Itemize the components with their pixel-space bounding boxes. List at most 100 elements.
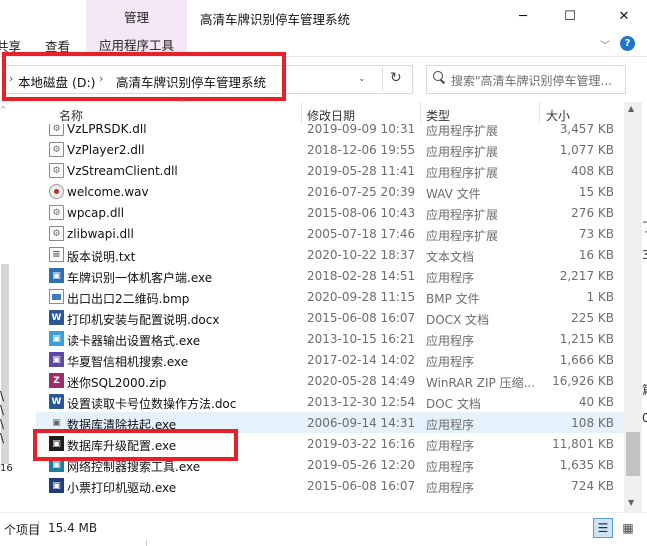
file-type: 应用程序扩展 [426, 145, 499, 159]
search-icon [433, 71, 446, 84]
title-bar: 管理 高清车牌识别停车管理系统 ─ ☐ ✕ [0, 0, 647, 33]
file-type: 应用程序扩展 [426, 229, 499, 243]
file-name: 打印机安装与配置说明.docx [67, 313, 220, 327]
file-name: zlibwapi.dll [67, 227, 134, 241]
file-date: 2020-05-28 14:49 [307, 374, 416, 388]
selected-size: 15.4 MB [48, 521, 98, 535]
file-type: 应用程序扩展 [426, 166, 499, 180]
file-type: 应用程序 [426, 460, 475, 474]
table-row[interactable]: W 设置读取卡号位数操作方法.doc 2013-12-30 12:54 DOC … [36, 391, 624, 412]
file-name: VzStreamClient.dll [67, 164, 178, 178]
maximize-button[interactable]: ☐ [547, 0, 593, 33]
file-size: 16,926 KB [552, 374, 614, 388]
file-date: 2018-02-28 14:51 [307, 269, 416, 283]
file-type: DOCX 文档 [426, 313, 490, 327]
column-type[interactable]: 类型 [426, 107, 450, 124]
scroll-down-icon[interactable]: ▼ [628, 498, 634, 507]
scrollbar-thumb[interactable] [626, 432, 640, 476]
status-bar: 个项目 15.4 MB ☰ ▦ [0, 512, 647, 546]
audio-icon [49, 184, 64, 199]
table-row[interactable]: VzStreamClient.dll 2019-05-28 11:41 应用程序… [36, 160, 624, 181]
address-divider [382, 68, 383, 91]
table-row[interactable]: 出口出口2二维码.bmp 2020-09-28 11:15 BMP 文件 1 K… [36, 286, 624, 307]
file-type: WinRAR ZIP 压缩... [426, 376, 536, 390]
table-row[interactable]: zlibwapi.dll 2005-07-18 17:46 应用程序扩展 73 … [36, 223, 624, 244]
minimize-button[interactable]: ─ [500, 0, 546, 33]
file-size: 1 KB [586, 290, 614, 304]
file-date: 2020-10-22 18:37 [307, 248, 416, 262]
app-icon: ▣ [52, 417, 61, 428]
file-date: 2015-06-08 16:07 [307, 311, 416, 325]
search-placeholder: 搜索"高清车牌识别停车管理... [451, 74, 612, 88]
nav-text-fragment: \ [0, 403, 5, 417]
refresh-icon[interactable]: ↻ [390, 70, 402, 86]
bottom-divider [146, 540, 147, 546]
nav-scroll-up-icon[interactable]: ^ [0, 105, 7, 114]
column-headers: ^ 名称 修改日期 类型 大小 [36, 99, 624, 124]
table-row[interactable]: ▣ 华夏智信相机搜索.exe 2017-02-14 14:02 应用程序 1,6… [36, 349, 624, 370]
file-name: wpcap.dll [67, 206, 125, 220]
vertical-scrollbar[interactable]: ▲ ▼ [624, 102, 642, 512]
file-date: 2019-05-28 11:41 [307, 164, 416, 178]
app-icon: ▣ [49, 352, 64, 367]
file-date: 2019-05-26 12:20 [307, 458, 416, 472]
table-row[interactable]: Z 迷你SQL2000.zip 2020-05-28 14:49 WinRAR … [36, 370, 624, 391]
file-size: 1,635 KB [559, 458, 614, 472]
background-text-fragment: 0 [642, 411, 647, 425]
file-date: 2015-06-08 16:07 [307, 479, 416, 493]
file-name: 读卡器输出设置格式.exe [67, 334, 201, 348]
file-size: 1,077 KB [559, 143, 614, 157]
file-size: 3,457 KB [559, 124, 614, 136]
file-type: 应用程序扩展 [426, 208, 499, 222]
highlight-box-address [2, 52, 286, 101]
text-file-icon [49, 247, 64, 262]
nav-text-fragment: \ [0, 389, 5, 403]
file-date: 2013-10-15 16:21 [307, 332, 416, 346]
file-size: 408 KB [571, 164, 614, 178]
file-size: 1,666 KB [559, 353, 614, 367]
ribbon-expand-icon[interactable]: ﹀ [600, 37, 610, 52]
table-row[interactable]: welcome.wav 2016-07-25 20:39 WAV 文件 15 K… [36, 181, 624, 202]
table-row[interactable]: VzPlayer2.dll 2018-12-06 19:55 应用程序扩展 1,… [36, 139, 624, 160]
item-count: 个项目 [4, 523, 41, 537]
file-name: 车牌识别一体机客户端.exe [67, 271, 213, 285]
table-row[interactable]: VzLPRSDK.dll 2019-09-09 10:31 应用程序扩展 3,4… [36, 124, 624, 139]
scroll-up-icon[interactable]: ▲ [628, 104, 634, 113]
large-icons-view-icon[interactable]: ▦ [618, 518, 638, 538]
file-date: 2017-02-14 14:02 [307, 353, 416, 367]
address-dropdown-icon[interactable]: ⌄ [358, 74, 366, 84]
dll-icon [49, 124, 64, 136]
background-text-fragment: 3 [642, 248, 647, 262]
table-row[interactable]: W 打印机安装与配置说明.docx 2015-06-08 16:07 DOCX … [36, 307, 624, 328]
table-row[interactable]: wpcap.dll 2015-08-06 10:43 应用程序扩展 276 KB [36, 202, 624, 223]
file-name: VzLPRSDK.dll [67, 124, 147, 136]
file-type: 应用程序 [426, 271, 475, 285]
details-view-icon[interactable]: ☰ [593, 518, 613, 538]
table-row[interactable]: ▣ 读卡器输出设置格式.exe 2013-10-15 16:21 应用程序 1,… [36, 328, 624, 349]
file-date: 2016-07-25 20:39 [307, 185, 416, 199]
app-icon: ▣ [49, 268, 64, 283]
column-date[interactable]: 修改日期 [307, 107, 355, 124]
app-icon: ▣ [49, 331, 64, 346]
file-date: 2005-07-18 17:46 [307, 227, 416, 241]
table-row[interactable]: ▣ 车牌识别一体机客户端.exe 2018-02-28 14:51 应用程序 2… [36, 265, 624, 286]
background-text-fragment: 篇 [642, 381, 647, 398]
search-input[interactable]: 搜索"高清车牌识别停车管理... [426, 65, 626, 94]
dll-icon [49, 163, 64, 178]
zip-archive-icon: Z [49, 373, 64, 388]
window-title: 高清车牌识别停车管理系统 [200, 12, 351, 27]
file-explorer-window: 管理 高清车牌识别停车管理系统 ─ ☐ ✕ 共享 查看 应用程序工具 ﹀ ? ›… [0, 0, 647, 546]
column-size[interactable]: 大小 [546, 107, 570, 124]
close-button[interactable]: ✕ [601, 0, 647, 33]
help-icon[interactable]: ? [620, 36, 635, 51]
navigation-pane[interactable]: ^ [0, 102, 10, 512]
column-name[interactable]: 名称 [59, 107, 83, 124]
file-date: 2019-09-09 10:31 [307, 124, 416, 136]
file-size: 73 KB [578, 227, 614, 241]
table-row[interactable]: ▣ 小票打印机驱动.exe 2015-06-08 16:07 应用程序 724 … [36, 475, 624, 496]
file-size: 724 KB [571, 479, 614, 493]
context-tab-manage[interactable]: 管理 [86, 0, 187, 33]
file-name: 出口出口2二维码.bmp [67, 292, 190, 306]
table-row[interactable]: 版本说明.txt 2020-10-22 18:37 文本文档 16 KB [36, 244, 624, 265]
file-type: 应用程序 [426, 418, 475, 432]
